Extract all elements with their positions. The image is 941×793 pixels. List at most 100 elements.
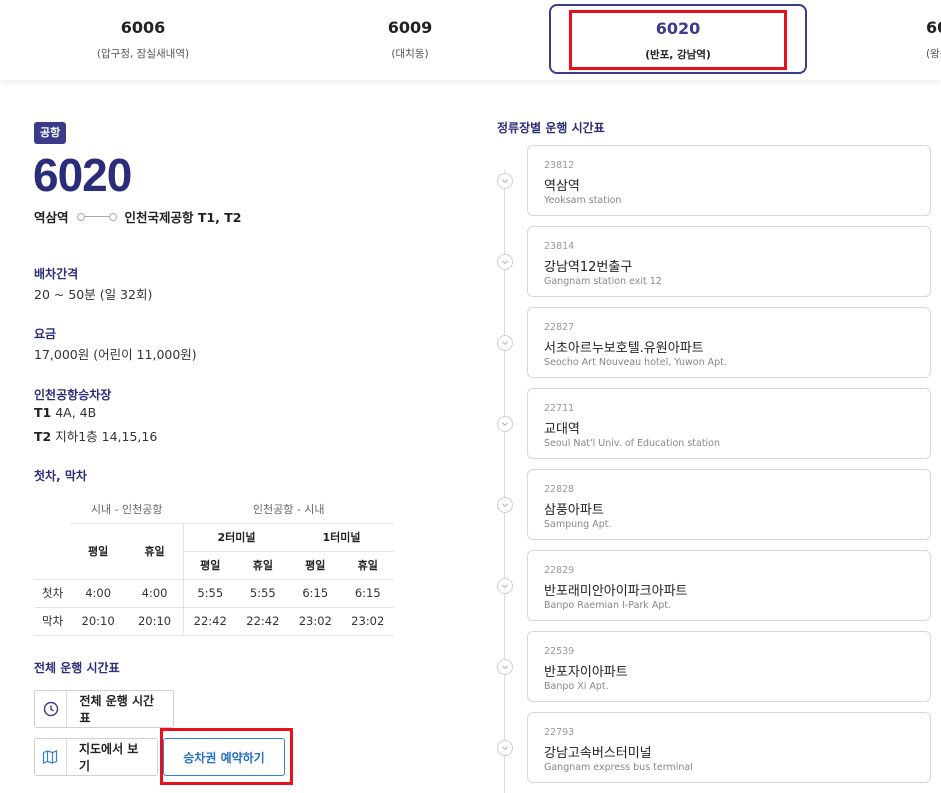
route-tab-areas: (왕산, ...): [926, 48, 941, 60]
full-schedule-button[interactable]: 전체 운행 시간표: [34, 690, 174, 728]
stop-code: 22828: [544, 484, 575, 495]
stop-card[interactable]: 22793 강남고속버스터미널 Gangnam express bus termin…: [527, 712, 931, 783]
header-weekday: 평일: [182, 551, 237, 580]
header-holiday: 휴일: [126, 523, 184, 580]
route-tab-6009[interactable]: 6009 (대치동): [310, 0, 510, 80]
table-cell: 23:02: [289, 607, 342, 636]
stop-name-korean: 서초아르누보호텔.유원아파트: [544, 341, 704, 356]
stop-card[interactable]: 22711 교대역 Seoul Nat'l Univ. of Education s…: [527, 388, 931, 459]
airport-badge: 공항: [34, 122, 67, 144]
map-icon: [35, 739, 67, 775]
stop-name-korean: 교대역: [544, 422, 580, 437]
terminal-2-label: T2: [34, 429, 52, 444]
route-tab-6006[interactable]: 6006 (압구정, 잠실새내역): [43, 0, 243, 80]
route-tab-number: 6021: [926, 18, 941, 37]
chevron-down-icon[interactable]: [497, 659, 513, 675]
stop-name-korean: 반포래미안아이파크아파트: [544, 584, 688, 599]
route-tab-bar: 6006 (압구정, 잠실새내역) 6009 (대치동) 6020 (반포, 강…: [0, 0, 941, 80]
route-tab-6021[interactable]: 6021 (왕산, ...): [884, 0, 941, 80]
interval-label: 배차간격: [34, 267, 79, 281]
route-tab-areas: (반포, 강남역): [645, 49, 711, 61]
stop-name-english: Gangnam station exit 12: [544, 276, 662, 287]
chevron-down-icon[interactable]: [497, 497, 513, 513]
airport-stop-t1: T1 4A, 4B: [34, 405, 96, 420]
table-cell: 23:02: [341, 607, 394, 636]
book-ticket-button[interactable]: 승차권 예약하기: [163, 738, 285, 776]
route-tab-areas: (대치동): [391, 48, 429, 60]
route-tab-number: 6020: [655, 19, 701, 38]
table-cell: 4:00: [126, 579, 184, 608]
fare-label: 요금: [34, 327, 57, 341]
stop-card[interactable]: 23814 강남역12번출구 Gangnam station exit 12: [527, 226, 931, 297]
terminal-2-value: 지하1층 14,15,16: [55, 429, 158, 444]
stop-code: 23814: [544, 241, 575, 252]
chevron-down-icon[interactable]: [497, 578, 513, 594]
stop-name-korean: 강남고속버스터미널: [544, 746, 652, 761]
chevron-down-icon[interactable]: [497, 416, 513, 432]
table-cell: 20:10: [70, 607, 127, 636]
interval-value: 20 ~ 50분 (일 32회): [34, 287, 153, 302]
stop-name-korean: 역삼역: [544, 179, 580, 194]
group-airport-to-city: 인천공항 - 시내: [183, 495, 394, 524]
chevron-down-icon[interactable]: [497, 335, 513, 351]
stop-card[interactable]: 22827 서초아르누보호텔.유원아파트 Seocho Art Nouveau ho…: [527, 307, 931, 378]
table-cell: 5:55: [182, 579, 237, 608]
route-tab-areas: (압구정, 잠실새내역): [96, 48, 190, 60]
stop-name-korean: 강남역12번출구: [544, 260, 633, 275]
airport-stop-label: 인천공항승차장: [34, 388, 112, 402]
stop-card[interactable]: 23812 역삼역 Yeoksam station: [527, 145, 931, 216]
route-destination: 인천국제공항 T1, T2: [124, 210, 242, 225]
stop-name-korean: 반포자이아파트: [544, 665, 628, 680]
table-row: 첫차 4:00 4:00 5:55 5:55 6:15 6:15: [34, 579, 394, 608]
table-cell: 22:42: [182, 607, 237, 636]
table-cell: 5:55: [236, 579, 290, 608]
view-on-map-button[interactable]: 지도에서 보기: [34, 738, 158, 776]
table-cell: 6:15: [341, 579, 394, 608]
stops-section-title: 정류장별 운행 시간표: [497, 121, 605, 135]
terminal-1-label: T1: [34, 405, 52, 420]
terminal-1-value: 4A, 4B: [55, 405, 97, 420]
route-origin: 역삼역: [34, 210, 69, 225]
table-cell: 4:00: [70, 579, 127, 608]
route-tab-number: 6009: [387, 18, 433, 37]
stop-card[interactable]: 22828 삼풍아파트 Sampung Apt.: [527, 469, 931, 540]
stop-code: 22539: [544, 646, 575, 657]
header-holiday: 휴일: [341, 551, 394, 580]
group-city-to-airport: 시내 - 인천공항: [70, 495, 184, 524]
chevron-down-icon[interactable]: [497, 254, 513, 270]
stop-name-english: Banpo Xi Apt.: [544, 681, 609, 692]
view-on-map-button-label: 지도에서 보기: [78, 742, 139, 773]
stop-name-korean: 삼풍아파트: [544, 503, 604, 518]
full-schedule-button-label: 전체 운행 시간표: [79, 694, 155, 725]
first-last-table: 시내 - 인천공항 인천공항 - 시내 평일 휴일 2터미널 1터미널 평일 휴…: [34, 495, 394, 636]
table-row: 막차 20:10 20:10 22:42 22:42 23:02 23:02: [34, 607, 394, 636]
route-endpoints: 역삼역 인천국제공항 T1, T2: [34, 207, 241, 226]
header-holiday: 휴일: [236, 551, 290, 580]
stop-name-english: Yeoksam station: [544, 195, 622, 206]
stop-card[interactable]: 22829 반포래미안아이파크아파트 Banpo Raemian I-Park Ap…: [527, 550, 931, 621]
stop-name-english: Seoul Nat'l Univ. of Education station: [544, 438, 721, 449]
clock-icon: [35, 691, 68, 727]
row-label: 첫차: [34, 579, 70, 608]
stop-name-english: Sampung Apt.: [544, 519, 612, 530]
route-tab-6020-selected[interactable]: 6020 (반포, 강남역): [549, 4, 807, 74]
table-cell: 20:10: [126, 607, 184, 636]
table-corner: [34, 523, 70, 580]
stop-code: 22793: [544, 727, 575, 738]
table-cell: 22:42: [236, 607, 290, 636]
stop-name-english: Banpo Raemian I-Park Apt.: [544, 600, 672, 611]
header-weekday: 평일: [289, 551, 342, 580]
chevron-down-icon[interactable]: [497, 740, 513, 756]
first-last-label: 첫차, 막차: [34, 469, 87, 483]
header-terminal-2: 2터미널: [182, 523, 290, 552]
route-connector-icon: [76, 212, 117, 222]
stop-card[interactable]: 22539 반포자이아파트 Banpo Xi Apt.: [527, 631, 931, 702]
chevron-down-icon[interactable]: [497, 173, 513, 189]
airport-stop-t2: T2 지하1층 14,15,16: [34, 426, 157, 445]
row-label: 막차: [34, 607, 70, 636]
table-cell: 6:15: [289, 579, 342, 608]
route-number-title: 6020: [33, 149, 132, 201]
stop-code: 22711: [544, 403, 575, 414]
header-terminal-1: 1터미널: [289, 523, 394, 552]
stop-code: 22827: [544, 322, 575, 333]
